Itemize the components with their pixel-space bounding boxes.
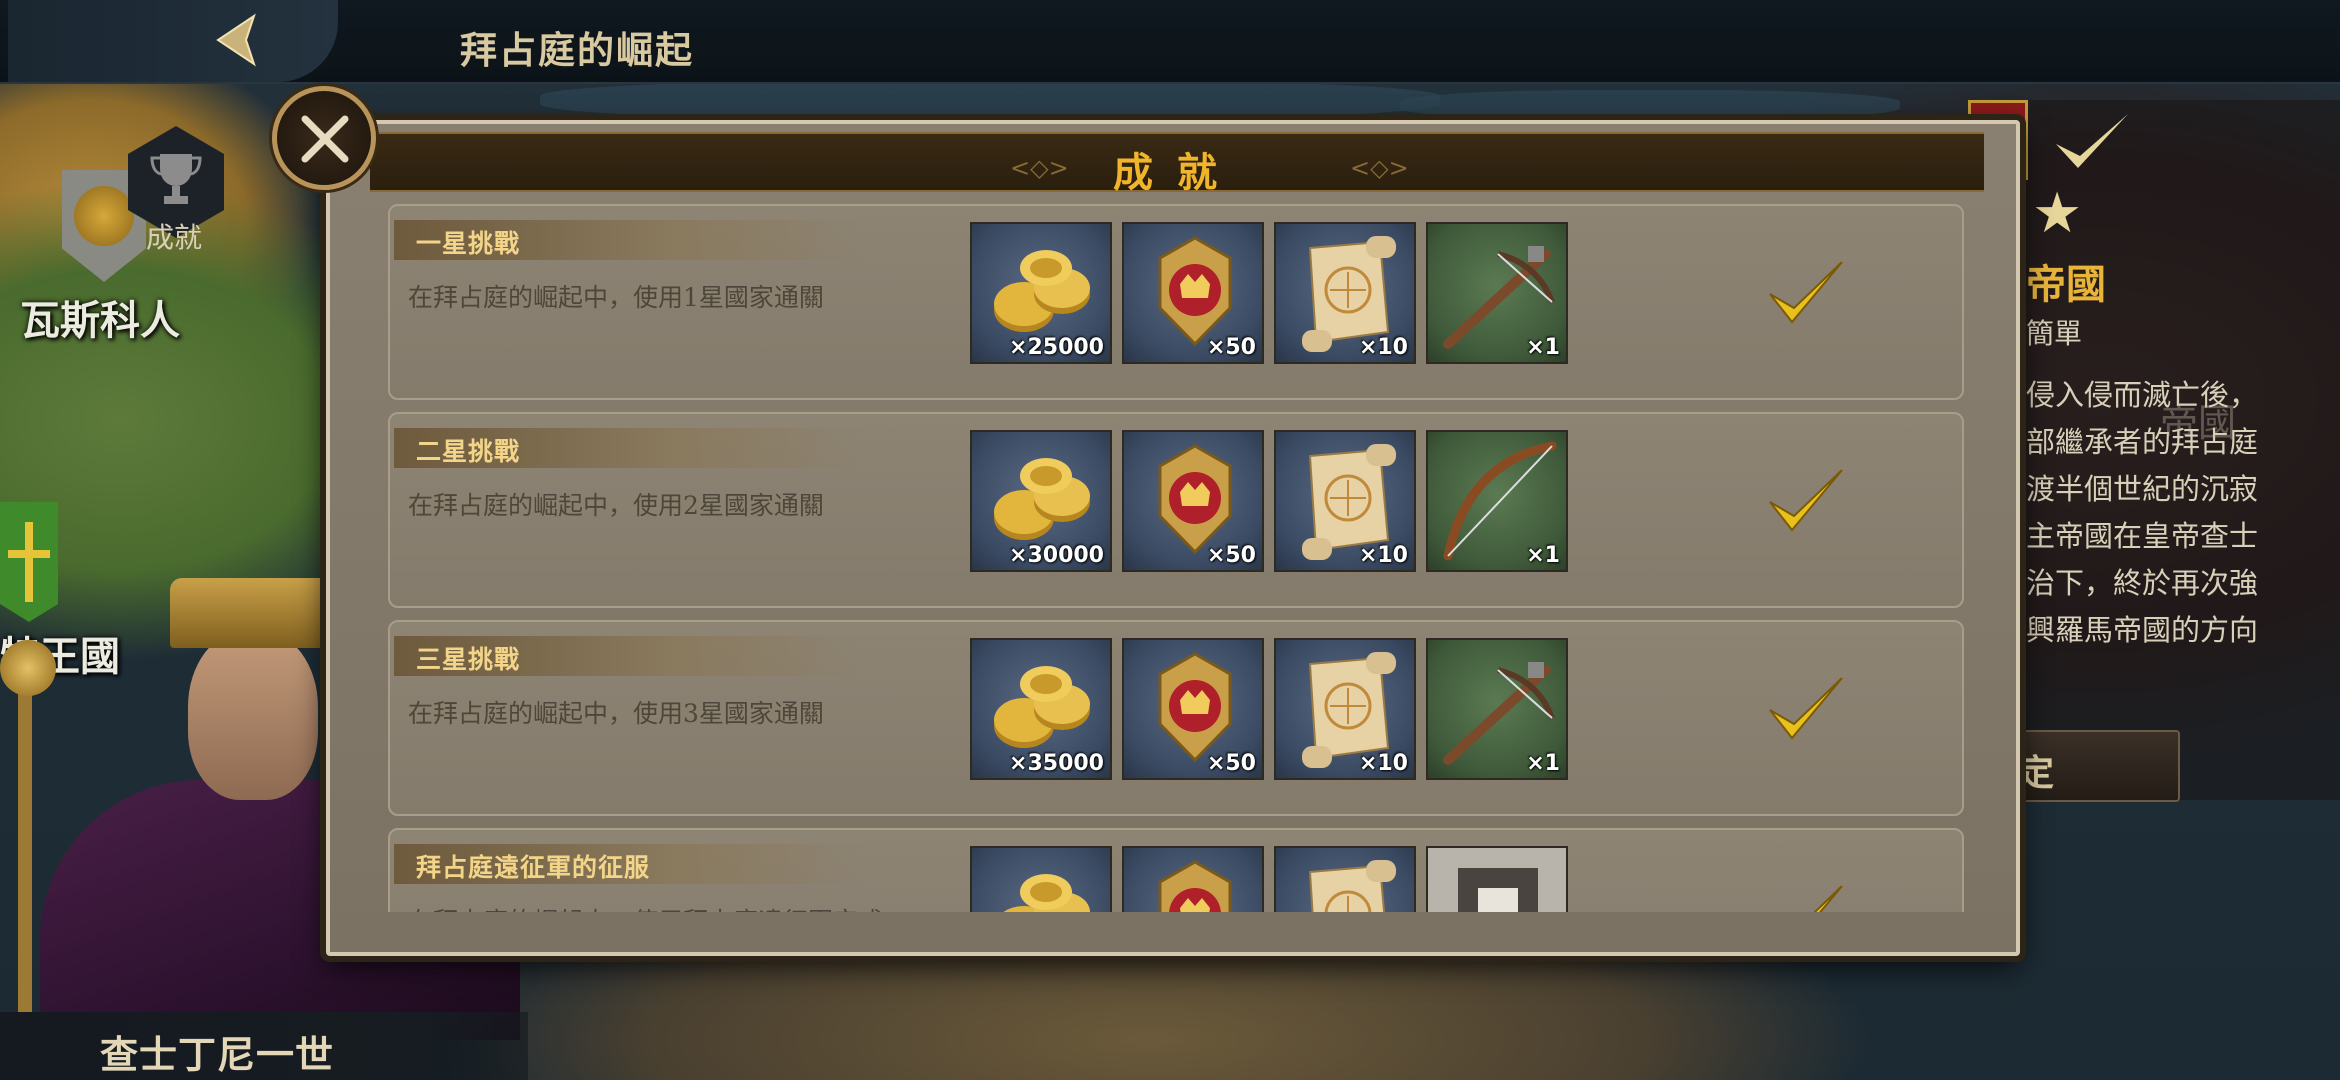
- achievement-row: 三星挑戰在拜占庭的崛起中，使用3星國家通關 ×35000 ×50 ×10 ×1: [388, 620, 1964, 816]
- reward-count: ×1: [1526, 751, 1560, 776]
- emperor-name: 查士丁尼一世: [100, 1032, 335, 1077]
- reward-item[interactable]: ×1: [1426, 430, 1568, 572]
- dialog-title: 成就: [1113, 149, 1241, 196]
- achievement-label: 成就: [146, 221, 203, 254]
- dialog-header: <◇> <◇> 成就: [370, 132, 1984, 196]
- completed-checkmark-icon: [1769, 469, 1843, 532]
- achievement-description: 在拜占庭的崛起中，使用2星國家通關: [408, 491, 824, 520]
- reward-count: ×35000: [1009, 751, 1104, 776]
- star-icon: ★: [2032, 181, 2083, 246]
- reward-item[interactable]: ×50: [1122, 638, 1264, 780]
- medal-icon: [1158, 860, 1232, 912]
- close-button[interactable]: [272, 86, 376, 190]
- achievement-title: 拜占庭遠征軍的征服: [416, 853, 651, 882]
- reward-count: ×1: [1526, 543, 1560, 568]
- achievement-description: 在拜占庭的崛起中，使用拜占庭遠征軍完成: [408, 902, 883, 912]
- back-button[interactable]: [8, 0, 338, 82]
- achievement-title: 三星挑戰: [416, 645, 521, 674]
- achievement-row: 二星挑戰在拜占庭的崛起中，使用2星國家通關 ×30000 ×50 ×10 ×1: [388, 412, 1964, 608]
- emperor-name-plate: 查士丁尼一世: [0, 1012, 528, 1080]
- reward-item[interactable]: ×10: [1274, 638, 1416, 780]
- reward-count: ×10: [1358, 543, 1408, 568]
- completed-checkmark-icon: [1769, 261, 1843, 324]
- top-bar: 拜占庭的崛起: [0, 0, 2340, 84]
- reward-count: ×10: [1358, 751, 1408, 776]
- trophy-icon: [150, 154, 202, 204]
- map-label: 帝國: [2160, 401, 2237, 445]
- close-icon: [301, 115, 349, 163]
- scroll-icon: [1308, 860, 1396, 912]
- reward-count: ×1: [1526, 335, 1560, 360]
- back-arrow-icon: [216, 13, 256, 67]
- achievement-title: 二星挑戰: [416, 437, 521, 466]
- achievement-dialog: <◇> <◇> 成就 一星挑戰在拜占庭的崛起中，使用1星國家通關 ×25000 ×5…: [326, 120, 2020, 956]
- completed-checkmark-icon: [1813, 885, 1843, 912]
- reward-item[interactable]: ×50: [1122, 222, 1264, 364]
- reward-count: ×50: [1206, 543, 1256, 568]
- reward-item[interactable]: ×30000: [970, 430, 1112, 572]
- reward-item[interactable]: ×1: [1426, 222, 1568, 364]
- reward-count: ×25000: [1009, 335, 1104, 360]
- reward-item[interactable]: [970, 846, 1112, 912]
- reward-count: ×50: [1206, 335, 1256, 360]
- achievement-row: 拜占庭遠征軍的征服在拜占庭的崛起中，使用拜占庭遠征軍完成: [388, 828, 1964, 912]
- general-card-icon: [1428, 848, 1566, 912]
- reward-item[interactable]: ×25000: [970, 222, 1112, 364]
- reward-count: ×10: [1358, 335, 1408, 360]
- reward-count: ×50: [1206, 751, 1256, 776]
- reward-item[interactable]: ×35000: [970, 638, 1112, 780]
- reward-item[interactable]: ×50: [1122, 430, 1264, 572]
- reward-item[interactable]: ×1: [1426, 638, 1568, 780]
- empire-title: 帝國: [2026, 261, 2106, 308]
- reward-count: ×30000: [1009, 543, 1104, 568]
- checkmark-icon: [2056, 114, 2128, 168]
- page-title: 拜占庭的崛起: [460, 28, 694, 72]
- region-name-vascons: 瓦斯科人: [20, 297, 180, 344]
- completed-checkmark-icon: [1769, 677, 1843, 740]
- difficulty-label: 簡單: [2026, 317, 2083, 350]
- reward-item[interactable]: ×10: [1274, 430, 1416, 572]
- achievement-description: 在拜占庭的崛起中，使用3星國家通關: [408, 699, 824, 728]
- reward-item[interactable]: [1122, 846, 1264, 912]
- reward-item[interactable]: [1274, 846, 1416, 912]
- reward-item[interactable]: [1426, 846, 1568, 912]
- gold-coins-icon: [1003, 874, 1090, 912]
- achievement-description: 在拜占庭的崛起中，使用1星國家通關: [408, 283, 824, 312]
- achievement-list[interactable]: 一星挑戰 在拜占庭的崛起中，使用1星國家通關 ×25000 ×50 ×10 ×1 二星挑戰在…: [366, 204, 1988, 912]
- achievement-row: 一星挑戰在拜占庭的崛起中，使用1星國家通關 ×25000 ×50 ×10 ×1: [388, 204, 1964, 400]
- reward-item[interactable]: ×10: [1274, 222, 1416, 364]
- achievement-title: 一星挑戰: [416, 229, 521, 258]
